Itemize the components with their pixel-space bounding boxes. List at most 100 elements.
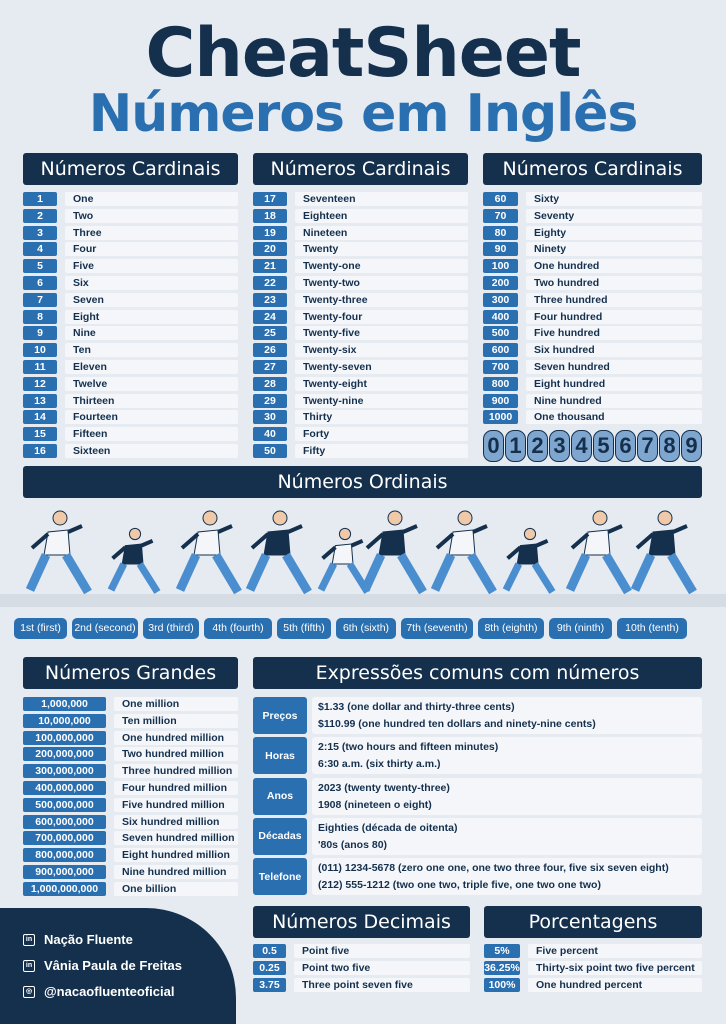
number-word: Fourteen (65, 410, 238, 425)
social-link-text: Vânia Paula de Freitas (44, 958, 183, 973)
number-badge: 3.75 (253, 977, 286, 992)
number-word: One hundred percent (528, 977, 702, 992)
number-word: Point five (294, 944, 470, 958)
number-word: Seven hundred (526, 360, 702, 374)
number-badge: 7 (23, 292, 57, 307)
number-word: One million (114, 697, 238, 711)
runner-figure (630, 510, 697, 595)
number-word: Twenty-five (295, 326, 468, 341)
number-word: Twenty-four (295, 309, 468, 324)
number-word: Twenty-six (295, 343, 468, 358)
cardinals-header-3: Números Cardinais (483, 153, 702, 185)
social-link-text: Nação Fluente (44, 932, 133, 947)
number-badge: 29 (253, 393, 287, 408)
number-word: Three point seven five (294, 977, 470, 992)
cardinal-row: 40 Forty (253, 427, 468, 442)
digit-character: 4 (571, 430, 592, 462)
number-badge: 27 (253, 360, 287, 374)
social-link[interactable]: in Nação Fluente (23, 932, 133, 947)
number-badge: 11 (23, 360, 57, 374)
number-word: Eighteen (295, 208, 468, 223)
number-word: Eight hundred million (114, 848, 238, 863)
number-badge: 300 (483, 292, 518, 307)
number-word: Seven (65, 292, 238, 307)
ordinal-pill: 8th (eighth) (478, 618, 544, 639)
number-badge: 90 (483, 242, 518, 257)
runner-figure (317, 527, 371, 594)
expressions-header: Expressões comuns com números (253, 657, 702, 689)
number-badge: 13 (23, 393, 57, 408)
number-badge: 400,000,000 (23, 781, 106, 795)
number-badge: 5 (23, 259, 57, 274)
number-word: Twenty-seven (295, 360, 468, 374)
percentage-row: 36.25% Thirty-six point two five percent (484, 960, 702, 975)
number-badge: 16 (23, 444, 57, 458)
number-badge: 40 (253, 427, 287, 442)
number-word: Five percent (528, 944, 702, 958)
expression-row: Telefone (011) 1234-5678 (zero one one, o… (253, 858, 702, 896)
cardinal-row: 22 Twenty-two (253, 276, 468, 290)
ordinal-pill: 9th (ninth) (549, 618, 612, 639)
social-link[interactable]: ◎ @nacaofluenteoficial (23, 984, 174, 999)
number-word: Point two five (294, 960, 470, 975)
number-badge: 1,000,000 (23, 697, 106, 711)
runner-figure (430, 510, 497, 595)
runner-figure (175, 510, 242, 595)
expression-label: Preços (253, 697, 307, 734)
number-badge: 0.5 (253, 944, 286, 958)
ordinal-pill: 10th (tenth) (617, 618, 687, 639)
number-badge: 8 (23, 309, 57, 324)
cardinal-row: 14 Fourteen (23, 410, 238, 425)
expression-line: Eighties (década de oitenta) (318, 821, 458, 834)
decimals-header: Números Decimais (253, 906, 470, 938)
expression-label: Horas (253, 737, 307, 775)
number-word: Four hundred million (114, 781, 238, 795)
social-link-text: @nacaofluenteoficial (44, 984, 175, 999)
ordinal-pill: 1st (first) (14, 618, 67, 639)
number-word: Six hundred (526, 343, 702, 358)
cardinal-row: 12 Twelve (23, 376, 238, 391)
cardinal-row: 70 Seventy (483, 208, 702, 223)
number-badge: 23 (253, 292, 287, 307)
cardinal-row: 50 Fifty (253, 444, 468, 458)
number-word: Five (65, 259, 238, 274)
cardinal-row: 1 One (23, 192, 238, 206)
linkedin-icon: in (23, 959, 35, 972)
number-badge: 4 (23, 242, 57, 257)
expression-line: (011) 1234-5678 (zero one one, one two t… (318, 862, 669, 875)
cardinal-row: 24 Twenty-four (253, 309, 468, 324)
number-word: Two hundred (526, 276, 702, 290)
number-word: Three hundred million (114, 764, 238, 779)
number-word: Thirty-six point two five percent (528, 960, 702, 975)
digit-character: 1 (505, 430, 526, 462)
cardinal-row: 21 Twenty-one (253, 259, 468, 274)
number-word: Seventy (526, 208, 702, 223)
number-word: Sixty (526, 192, 702, 206)
number-badge: 200 (483, 276, 518, 290)
expression-label: Telefone (253, 858, 307, 896)
cardinal-row: 6 Six (23, 276, 238, 290)
expression-line: 6:30 a.m. (six thirty a.m.) (318, 758, 441, 771)
cardinal-row: 3 Three (23, 225, 238, 240)
cardinal-row: 400 Four hundred (483, 309, 702, 324)
number-word: Nine (65, 326, 238, 341)
number-word: Eight (65, 309, 238, 324)
number-word: Six (65, 276, 238, 290)
expression-content: 2023 (twenty twenty-three) 1908 (nineteen… (312, 777, 702, 815)
decimal-row: 0.5 Point five (253, 944, 470, 958)
number-badge: 1000 (483, 410, 518, 425)
cardinal-row: 9 Nine (23, 326, 238, 341)
number-word: One (65, 192, 238, 206)
expression-line: 2:15 (two hours and fifteen minutes) (318, 741, 499, 754)
digit-character: 2 (527, 430, 548, 462)
number-badge: 28 (253, 376, 287, 391)
subtitle: Números em Inglês (88, 84, 639, 144)
social-link[interactable]: in Vânia Paula de Freitas (23, 958, 182, 973)
number-badge: 25 (253, 326, 287, 341)
cardinal-row: 28 Twenty-eight (253, 376, 468, 391)
number-badge: 24 (253, 309, 287, 324)
number-word: Thirty (295, 410, 468, 425)
cardinal-row: 1000 One thousand (483, 410, 702, 425)
ordinal-pill: 4th (fourth) (204, 618, 272, 639)
number-badge: 800,000,000 (23, 848, 106, 863)
